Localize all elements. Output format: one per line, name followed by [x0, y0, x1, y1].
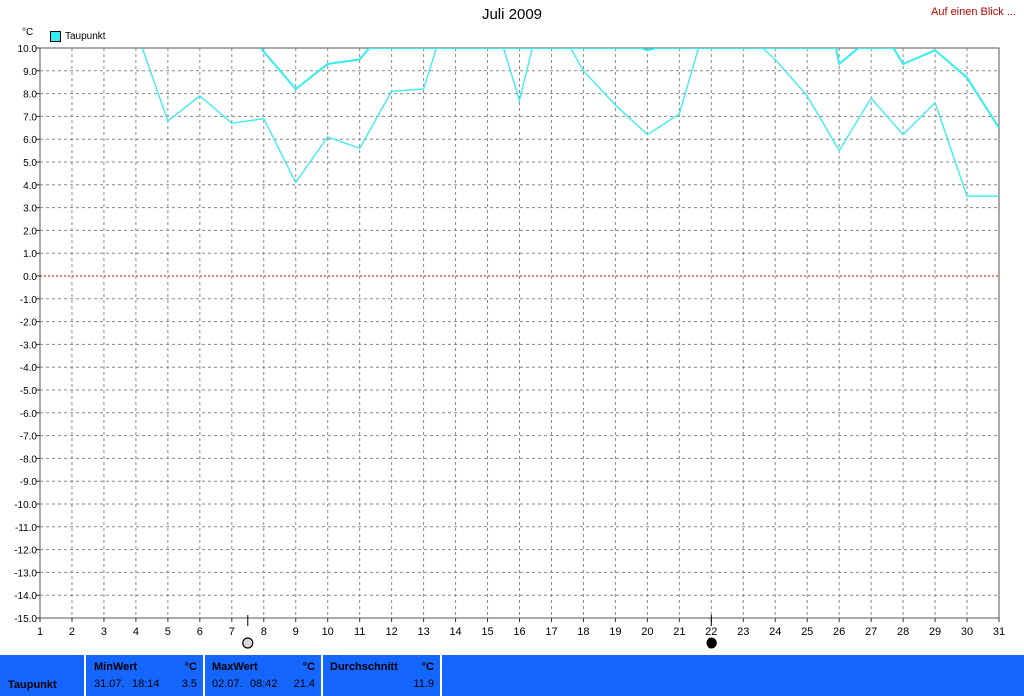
x-tick-label: 20 — [641, 626, 653, 638]
y-tick-label: -2.0 — [20, 318, 38, 329]
x-tick-label: 12 — [386, 626, 398, 638]
x-tick-label: 14 — [449, 626, 461, 638]
summary-footer: Taupunkt MinWert °C 31.07. 18:14 3.5 Max… — [0, 655, 1024, 696]
y-tick-label: 7.0 — [23, 112, 37, 123]
y-tick-label: -5.0 — [20, 386, 38, 397]
y-tick-label: -7.0 — [20, 432, 38, 443]
min-time: 18:14 — [132, 678, 160, 690]
x-tick-label: 1 — [37, 626, 43, 638]
x-tick-label: 24 — [769, 626, 781, 638]
x-tick-label: 18 — [577, 626, 589, 638]
y-tick-label: -4.0 — [20, 363, 38, 374]
x-tick-label: 8 — [261, 626, 267, 638]
y-tick-label: 0.0 — [23, 272, 37, 283]
y-tick-label: -1.0 — [20, 295, 38, 306]
footer-series-cell: Taupunkt — [0, 655, 86, 696]
x-tick-label: 7 — [229, 626, 235, 638]
x-tick-label: 25 — [801, 626, 813, 638]
y-tick-label: 2.0 — [23, 226, 37, 237]
max-date: 02.07. — [212, 678, 243, 690]
max-value: 21.4 — [293, 678, 315, 690]
x-tick-label: 6 — [197, 626, 203, 638]
avg-title: Durchschnitt — [330, 661, 398, 673]
max-time: 08:42 — [250, 678, 278, 690]
x-tick-label: 30 — [961, 626, 973, 638]
x-tick-label: 26 — [833, 626, 845, 638]
y-tick-label: -13.0 — [14, 568, 37, 579]
y-tick-label: 5.0 — [23, 158, 37, 169]
x-tick-label: 22 — [705, 626, 717, 638]
y-tick-label: -8.0 — [20, 454, 38, 465]
min-value: 3.5 — [181, 678, 197, 690]
y-tick-label: -15.0 — [14, 614, 37, 625]
y-tick-label: 8.0 — [23, 90, 37, 101]
y-tick-label: -14.0 — [14, 591, 37, 602]
x-tick-label: 28 — [897, 626, 909, 638]
y-tick-label: 3.0 — [23, 204, 37, 215]
y-tick-label: 10.0 — [18, 44, 38, 55]
y-tick-label: -9.0 — [20, 477, 38, 488]
x-tick-label: 9 — [293, 626, 299, 638]
x-tick-label: 29 — [929, 626, 941, 638]
min-unit: °C — [184, 661, 197, 673]
dewpoint-chart: 10.0 9.0 8.0 7.0 6.0 5.0 4.0 3.0 2.0 1.0 0.0 -1.0 -2… — [14, 44, 1005, 649]
x-tick-label: 23 — [737, 626, 749, 638]
x-tick-label: 27 — [865, 626, 877, 638]
y-tick-label: 1.0 — [23, 249, 37, 260]
footer-avg-cell: Durchschnitt °C 11.9 — [323, 655, 442, 696]
max-unit: °C — [302, 661, 315, 673]
x-tick-label: 21 — [673, 626, 685, 638]
y-tick-label: 4.0 — [23, 181, 37, 192]
avg-unit: °C — [421, 661, 434, 673]
full-moon-icon — [242, 637, 254, 649]
x-tick-label: 5 — [165, 626, 171, 638]
x-tick-label: 19 — [609, 626, 621, 638]
avg-value: 11.9 — [413, 678, 434, 690]
y-tick-label: -3.0 — [20, 340, 38, 351]
x-tick-label: 15 — [481, 626, 493, 638]
min-date: 31.07. — [94, 678, 125, 690]
footer-max-cell: MaxWert °C 02.07. 08:42 21.4 — [205, 655, 323, 696]
max-title: MaxWert — [212, 661, 258, 673]
x-tick-label: 31 — [993, 626, 1005, 638]
y-tick-label: -6.0 — [20, 409, 38, 420]
x-tick-label: 11 — [354, 626, 365, 638]
x-tick-label: 16 — [513, 626, 525, 638]
footer-min-cell: MinWert °C 31.07. 18:14 3.5 — [86, 655, 205, 696]
x-tick-label: 3 — [101, 626, 107, 638]
x-tick-label: 13 — [417, 626, 429, 638]
min-title: MinWert — [94, 661, 138, 673]
footer-series-label: Taupunkt — [8, 679, 57, 691]
y-tick-label: -10.0 — [14, 500, 37, 511]
x-tick-label: 4 — [133, 626, 139, 638]
y-tick-label: 6.0 — [23, 135, 37, 146]
y-tick-label: 9.0 — [23, 67, 37, 78]
x-tick-label: 2 — [69, 626, 75, 638]
x-tick-label: 10 — [322, 626, 334, 638]
x-tick-label: 17 — [545, 626, 557, 638]
y-tick-label: -12.0 — [14, 546, 37, 557]
y-tick-label: -11.0 — [15, 523, 37, 534]
